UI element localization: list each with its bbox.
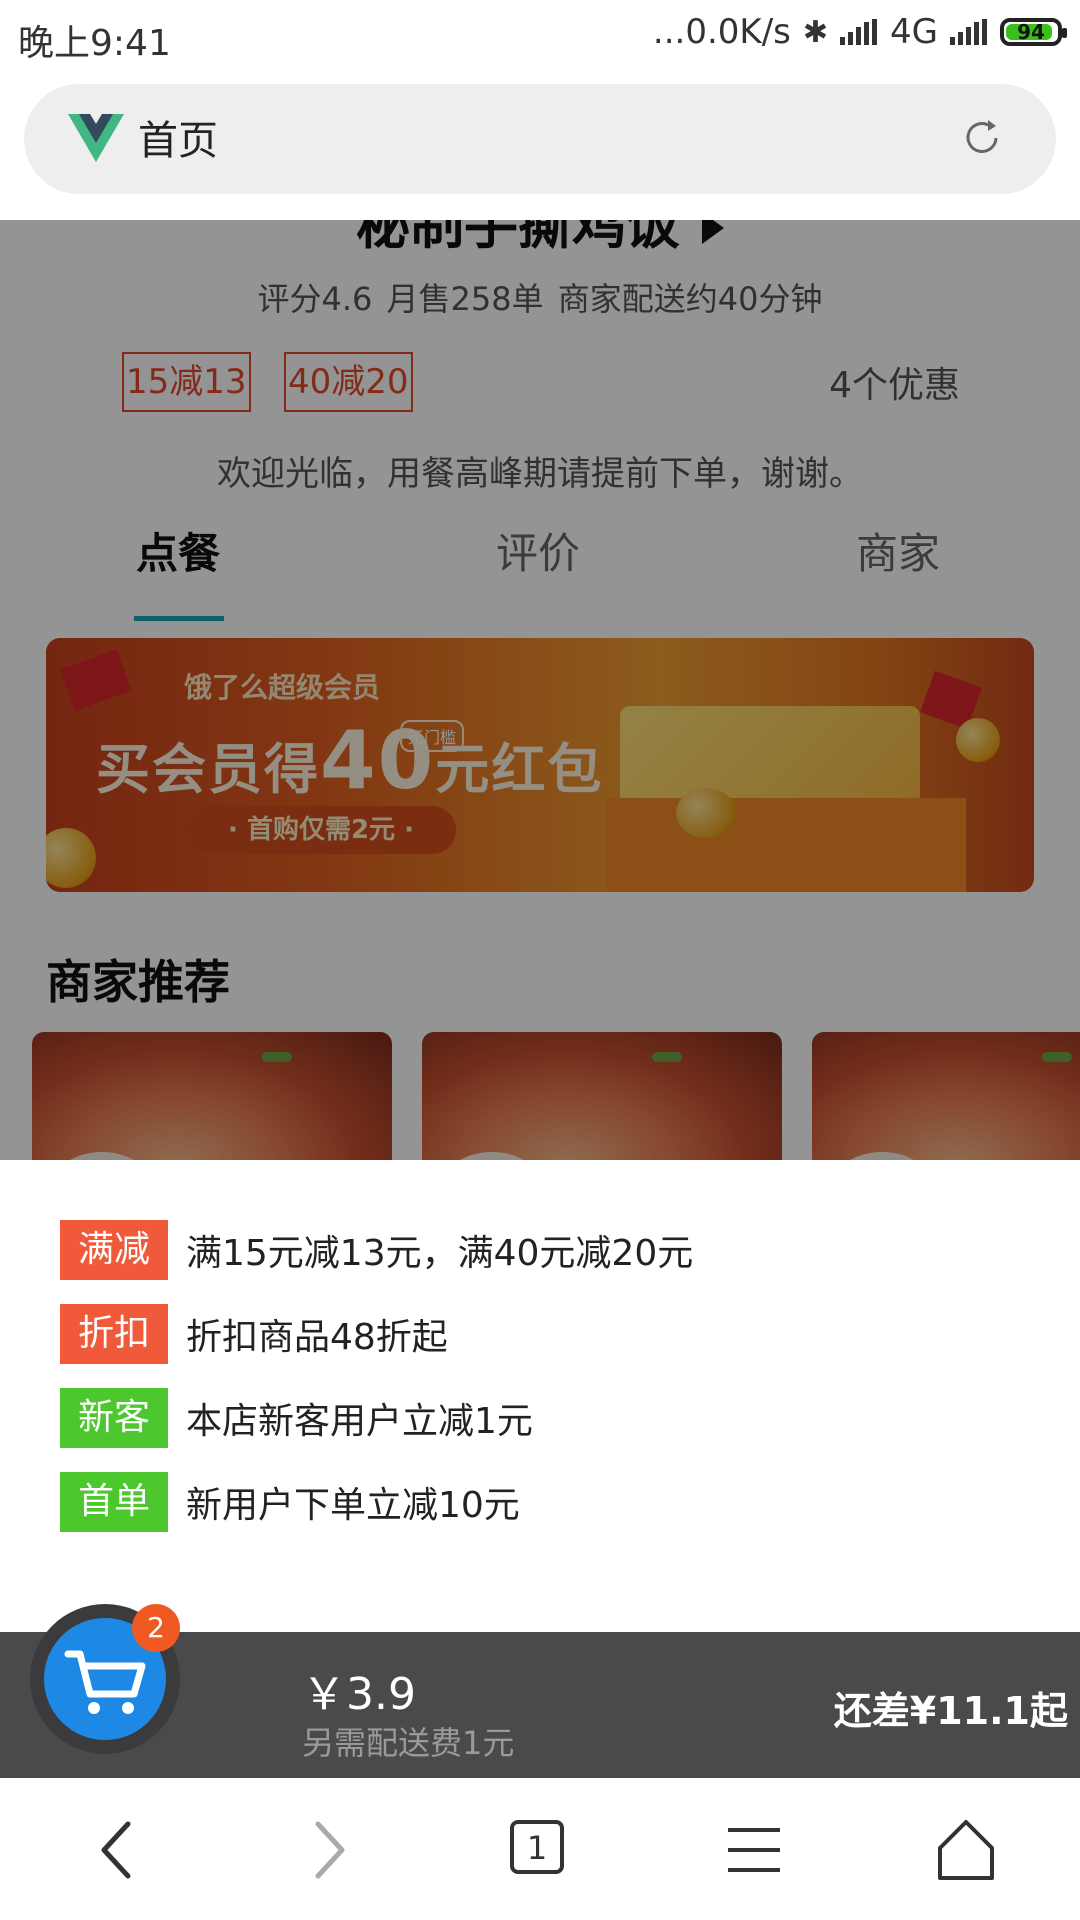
browser-nav-bar: 1 [0,1778,1080,1920]
tabs-button[interactable]: 1 [504,1814,576,1886]
tabs-count: 1 [510,1820,564,1874]
promo-badge: 满减 [60,1220,168,1280]
battery-icon: 94 [1000,18,1067,46]
promo-badge: 折扣 [60,1304,168,1364]
promotion-sheet: 满减 满15元减13元，满40元减20元 折扣 折扣商品48折起 新客 本店新客… [0,1160,1080,1632]
status-bar: 晚上9:41 ...0.0K/s ✱ 4G 94 [0,0,1080,78]
promotion-item: 新客 本店新客用户立减1元 [60,1388,533,1448]
promotion-item: 首单 新用户下单立减10元 [60,1472,520,1532]
cart-price: ￥3.9 [302,1669,416,1720]
home-icon[interactable] [930,1814,1002,1886]
promo-badge: 新客 [60,1388,168,1448]
back-icon[interactable] [82,1814,154,1886]
promotion-item: 满减 满15元减13元，满40元减20元 [60,1220,693,1280]
promo-text: 本店新客用户立减1元 [186,1401,533,1442]
network-type: 4G [890,12,938,52]
promo-text: 满15元减13元，满40元减20元 [186,1233,694,1274]
bluetooth-icon: ✱ [802,14,829,50]
promotion-item: 折扣 折扣商品48折起 [60,1304,448,1364]
reload-icon[interactable] [960,116,1004,160]
remaining-amount: 还差¥11.1起 [833,1689,1068,1733]
delivery-fee-note: 另需配送费1元 [302,1724,515,1762]
promo-text: 折扣商品48折起 [186,1317,448,1358]
promo-text: 新用户下单立减10元 [186,1485,520,1526]
address-bar[interactable]: 首页 [24,84,1056,194]
status-icons: ...0.0K/s ✱ 4G 94 [652,12,1067,52]
menu-icon[interactable] [718,1814,790,1886]
signal-icon [840,19,878,45]
battery-level: 94 [1017,20,1045,44]
page-title: 首页 [138,118,218,164]
vue-logo-icon [68,114,124,162]
forward-icon[interactable] [292,1814,364,1886]
cart-count-badge: 2 [132,1604,180,1652]
network-speed: ...0.0K/s [652,12,791,52]
status-time: 晚上9:41 [18,23,171,64]
signal-icon-2 [950,19,987,45]
promo-badge: 首单 [60,1472,168,1532]
modal-overlay[interactable] [0,220,1080,1160]
